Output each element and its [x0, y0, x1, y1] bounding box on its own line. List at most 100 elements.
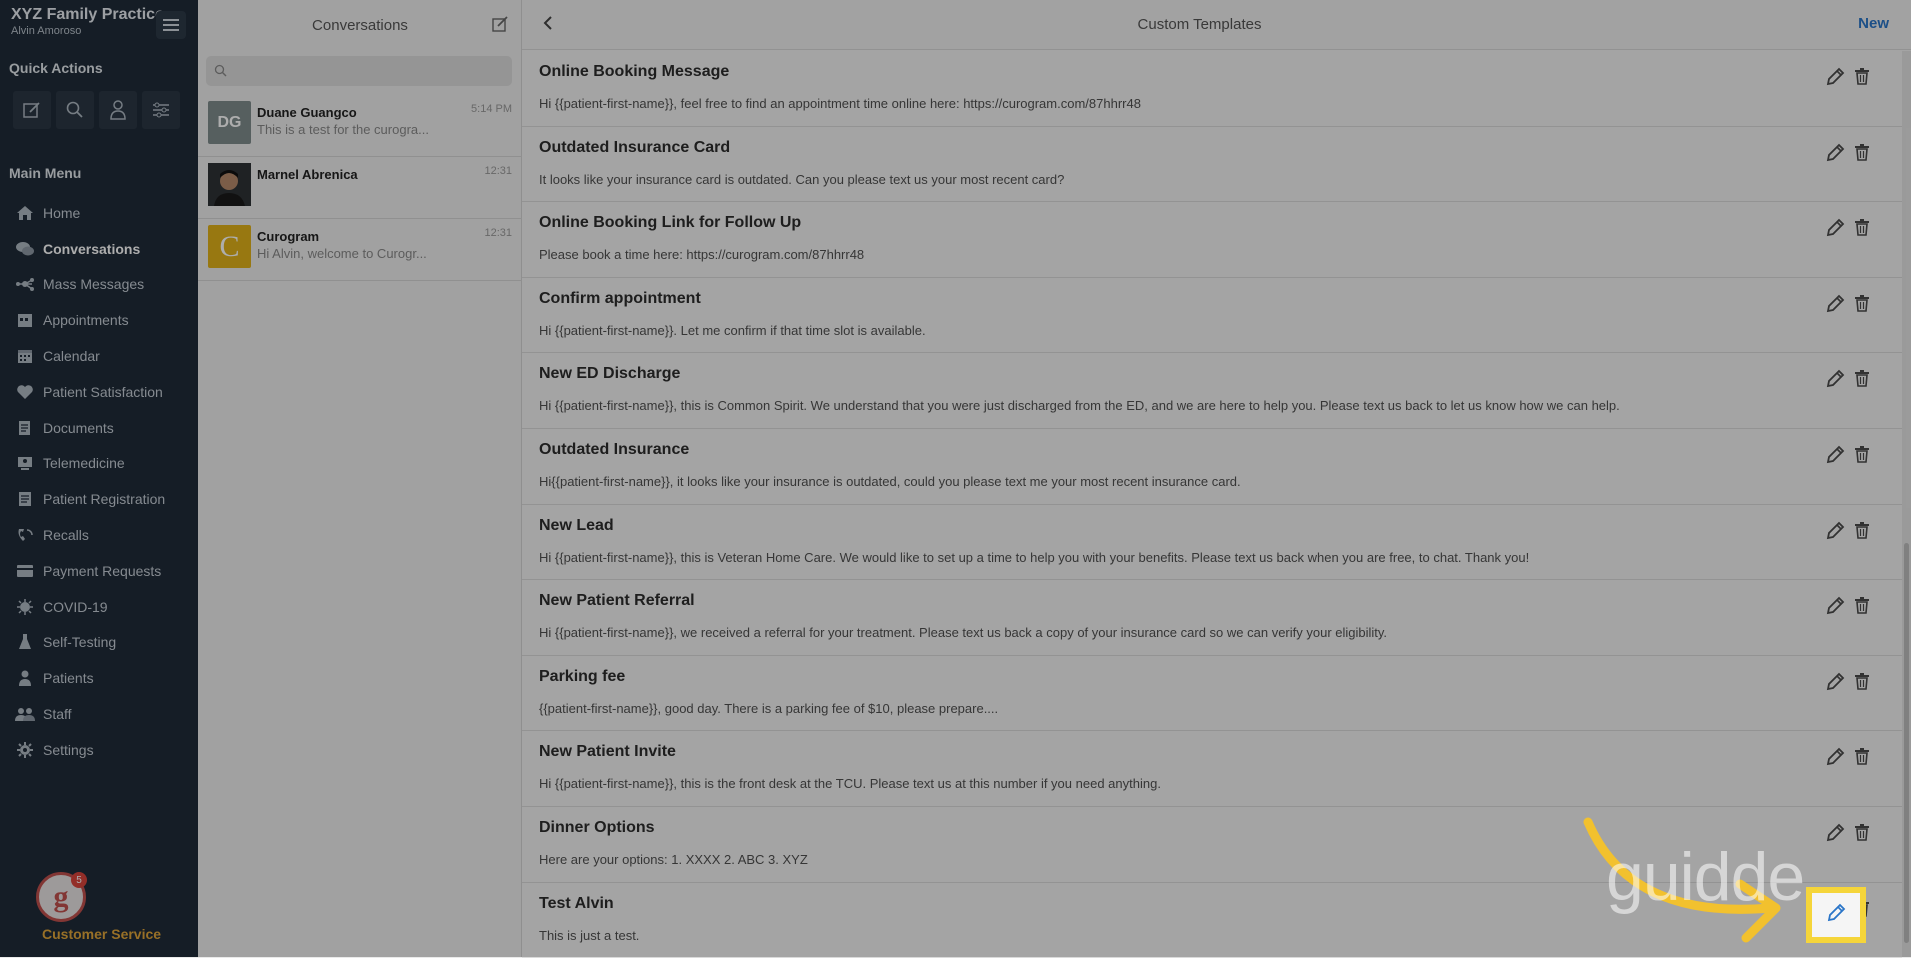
delete-trash-icon[interactable] [1854, 823, 1870, 846]
delete-trash-icon[interactable] [1854, 521, 1870, 544]
scrollbar[interactable] [1902, 51, 1911, 957]
telemedicine-icon [13, 454, 37, 472]
edit-pencil-icon[interactable] [1825, 823, 1845, 848]
filter-icon[interactable] [142, 91, 180, 129]
broadcast-icon [13, 275, 37, 293]
menu-item-telemedicine[interactable]: Telemedicine [0, 446, 198, 482]
template-body: Hi {{patient-first-name}}, feel free to … [539, 96, 1141, 111]
virus-icon [13, 598, 37, 616]
menu-item-patients[interactable]: Patients [0, 660, 198, 696]
menu-item-patient-registration[interactable]: Patient Registration [0, 481, 198, 517]
edit-pencil-icon[interactable] [1825, 218, 1845, 243]
conversation-preview: Hi Alvin, welcome to Curogr... [257, 246, 427, 261]
heart-icon [13, 383, 37, 401]
template-row[interactable]: Online Booking Link for Follow Up Please … [522, 202, 1902, 278]
edit-pencil-icon[interactable] [1825, 143, 1845, 168]
conversation-name: Curogram [257, 229, 320, 244]
edit-pencil-icon[interactable] [1825, 67, 1845, 92]
avatar-photo [208, 163, 251, 206]
compose-icon[interactable] [13, 91, 51, 129]
template-row[interactable]: Online Booking Message Hi {{patient-first… [522, 51, 1902, 127]
home-icon [13, 204, 37, 222]
template-row[interactable]: New Lead Hi {{patient-first-name}}, this … [522, 505, 1902, 581]
search-icon[interactable] [56, 91, 94, 129]
documents-icon [13, 419, 37, 437]
template-title: New Patient Invite [539, 743, 676, 761]
delete-trash-icon[interactable] [1854, 369, 1870, 392]
menu-item-conversations[interactable]: Conversations [0, 231, 198, 267]
delete-trash-icon[interactable] [1854, 596, 1870, 619]
registration-icon [13, 490, 37, 508]
conversation-time: 5:14 PM [471, 103, 512, 115]
edit-pencil-icon[interactable] [1825, 521, 1845, 546]
conversation-item[interactable]: DG Duane Guangco This is a test for the … [198, 95, 522, 157]
guidde-watermark: guidde. [1606, 839, 1823, 915]
menu-label: Patient Registration [43, 491, 166, 508]
menu-item-appointments[interactable]: Appointments [0, 302, 198, 338]
new-conversation-icon[interactable] [492, 16, 509, 38]
menu-item-covid-19[interactable]: COVID-19 [0, 589, 198, 625]
hamburger-menu-icon[interactable] [156, 11, 186, 39]
menu-item-settings[interactable]: Settings [0, 732, 198, 768]
menu-item-patient-satisfaction[interactable]: Patient Satisfaction [0, 374, 198, 410]
conversation-item[interactable]: Marnel Abrenica 12:31 [198, 157, 522, 219]
customer-service-label: Customer Service [42, 926, 162, 942]
highlighted-edit-button[interactable] [1806, 887, 1866, 943]
menu-item-home[interactable]: Home [0, 195, 198, 231]
delete-trash-icon[interactable] [1854, 672, 1870, 695]
template-row[interactable]: New Patient Referral Hi {{patient-first-n… [522, 580, 1902, 656]
delete-trash-icon[interactable] [1854, 67, 1870, 90]
menu-item-staff[interactable]: Staff [0, 696, 198, 732]
menu-label: Documents [43, 419, 114, 436]
template-row[interactable]: Outdated Insurance Card It looks like you… [522, 127, 1902, 203]
delete-trash-icon[interactable] [1854, 143, 1870, 166]
menu-label: Calendar [43, 348, 100, 365]
edit-pencil-icon[interactable] [1825, 747, 1845, 772]
conversation-time: 12:31 [484, 227, 512, 239]
new-template-button[interactable]: New [1858, 15, 1889, 32]
delete-trash-icon[interactable] [1854, 218, 1870, 241]
pencil-icon [1826, 903, 1846, 928]
person-icon [13, 669, 37, 687]
recalls-icon [13, 526, 37, 544]
edit-pencil-icon[interactable] [1825, 369, 1845, 394]
edit-pencil-icon[interactable] [1825, 596, 1845, 621]
menu-item-calendar[interactable]: Calendar [0, 338, 198, 374]
appointments-icon [13, 311, 37, 329]
quick-actions-title: Quick Actions [9, 60, 103, 76]
staff-icon [13, 705, 37, 723]
menu-item-self-testing[interactable]: Self-Testing [0, 625, 198, 661]
main-menu: Home Conversations Mass Messages Appoint… [0, 195, 198, 768]
template-row[interactable]: New Patient Invite Hi {{patient-first-nam… [522, 731, 1902, 807]
template-title: Outdated Insurance Card [539, 138, 731, 156]
conversation-item[interactable]: C Curogram Hi Alvin, welcome to Curogr..… [198, 219, 522, 281]
edit-pencil-icon[interactable] [1825, 445, 1845, 470]
template-row[interactable]: Outdated Insurance Hi{{patient-first-name… [522, 429, 1902, 505]
search-icon [214, 64, 227, 82]
template-row[interactable]: Parking fee {{patient-first-name}}, good … [522, 656, 1902, 732]
menu-item-mass-messages[interactable]: Mass Messages [0, 267, 198, 303]
avatar: DG [208, 101, 251, 144]
template-row[interactable]: Confirm appointment Hi {{patient-first-na… [522, 278, 1902, 354]
main-header: Custom Templates New [522, 0, 1911, 50]
delete-trash-icon[interactable] [1854, 294, 1870, 317]
edit-pencil-icon[interactable] [1825, 672, 1845, 697]
scrollbar-thumb[interactable] [1904, 543, 1909, 943]
template-row[interactable]: New ED Discharge Hi {{patient-first-name}… [522, 353, 1902, 429]
menu-label: Telemedicine [43, 455, 125, 472]
gear-icon [13, 741, 37, 759]
template-body: Please book a time here: https://curogra… [539, 247, 865, 263]
menu-item-documents[interactable]: Documents [0, 410, 198, 446]
delete-trash-icon[interactable] [1854, 445, 1870, 468]
menu-item-payment-requests[interactable]: Payment Requests [0, 553, 198, 589]
conversation-search-input[interactable] [206, 56, 512, 86]
menu-item-recalls[interactable]: Recalls [0, 517, 198, 553]
flask-icon [13, 633, 37, 651]
brand: XYZ Family Practice Alvin Amoroso [11, 6, 164, 37]
menu-label: COVID-19 [43, 598, 108, 615]
template-title: Online Booking Link for Follow Up [539, 214, 802, 232]
delete-trash-icon[interactable] [1854, 747, 1870, 770]
patient-icon[interactable] [99, 91, 137, 129]
page-title: Custom Templates [1137, 15, 1262, 33]
edit-pencil-icon[interactable] [1825, 294, 1845, 319]
